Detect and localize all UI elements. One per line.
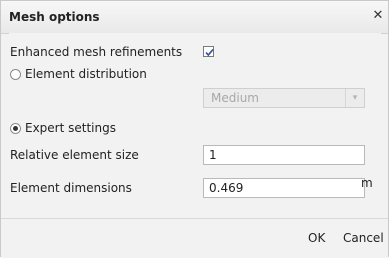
dialog-body: Enhanced mesh refinements Element distri…: [9, 33, 381, 218]
enhanced-mesh-refinements-checkbox[interactable]: [203, 46, 214, 57]
mesh-options-dialog: Mesh options ✕ Enhanced mesh refinements…: [0, 0, 389, 258]
relative-element-size-label: Relative element size: [10, 148, 139, 162]
ok-button[interactable]: OK: [308, 231, 325, 245]
relative-element-size-input[interactable]: [203, 145, 365, 165]
element-distribution-radio[interactable]: [10, 69, 21, 80]
dialog-title: Mesh options: [9, 10, 100, 24]
chevron-down-icon: ▾: [345, 89, 364, 107]
element-dimensions-unit: m: [361, 176, 373, 190]
dialog-footer: OK Cancel: [1, 218, 388, 258]
close-icon[interactable]: ✕: [370, 8, 386, 24]
expert-settings-radio[interactable]: [10, 123, 21, 134]
element-distribution-select[interactable]: Medium ▾: [203, 88, 365, 108]
dialog-titlebar[interactable]: Mesh options ✕: [1, 1, 388, 34]
expert-settings-label: Expert settings: [25, 121, 116, 135]
checkmark-icon: [205, 48, 214, 57]
enhanced-mesh-refinements-label: Enhanced mesh refinements: [10, 45, 183, 59]
cancel-button[interactable]: Cancel: [343, 231, 384, 245]
element-dimensions-input[interactable]: [203, 178, 365, 198]
element-distribution-label: Element distribution: [25, 67, 147, 81]
element-distribution-select-value: Medium: [211, 91, 259, 105]
element-dimensions-label: Element dimensions: [10, 181, 132, 195]
